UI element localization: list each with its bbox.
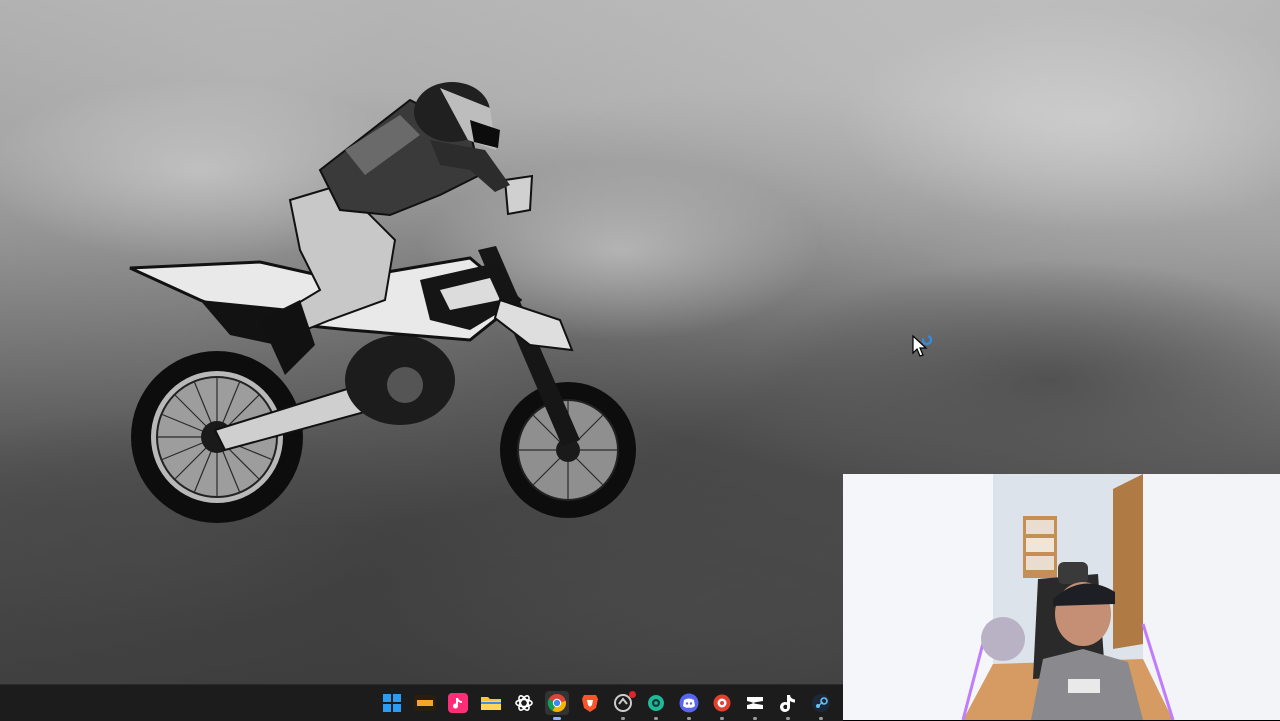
taskbar-app-11[interactable]: [710, 691, 734, 720]
tiktok-tile-icon: [448, 693, 468, 713]
steam-icon: [812, 694, 830, 712]
teal-gear-icon: [648, 695, 664, 711]
taskbar-app-1[interactable]: [413, 691, 437, 715]
desktop-wallpaper: [0, 0, 1280, 720]
webcam-feed-image: [843, 474, 1280, 720]
taskbar-app-2[interactable]: [446, 691, 470, 715]
chrome-icon: [547, 694, 567, 713]
taskbar-discord[interactable]: [677, 691, 701, 720]
openai-icon: [515, 695, 533, 711]
taskbar: [0, 684, 843, 721]
notification-badge: [629, 691, 636, 698]
taskbar-app-8[interactable]: [611, 691, 636, 720]
discord-icon: [679, 693, 699, 713]
taskbar-brave[interactable]: [578, 691, 602, 715]
taskbar-pinned-apps: [380, 685, 833, 721]
taskbar-file-explorer[interactable]: [479, 691, 503, 715]
taskbar-tiktok[interactable]: [776, 691, 800, 720]
taskbar-app-9[interactable]: [644, 691, 668, 720]
tiktok-icon: [780, 695, 795, 712]
windows-logo-icon: [383, 694, 401, 712]
taskbar-chatgpt[interactable]: [512, 691, 536, 715]
mouse-cursor-busy-icon: [912, 334, 933, 357]
start-button[interactable]: [380, 691, 404, 715]
taskbar-capcut[interactable]: [743, 691, 767, 720]
taskbar-chrome[interactable]: [545, 691, 569, 720]
webcam-overlay: [843, 474, 1280, 720]
capcut-icon: [747, 697, 763, 709]
taskbar-steam[interactable]: [809, 691, 833, 720]
red-wheel-icon: [713, 694, 731, 712]
folder-icon: [481, 697, 501, 710]
logo-tile-icon: [414, 695, 436, 711]
brave-lion-icon: [582, 695, 598, 712]
